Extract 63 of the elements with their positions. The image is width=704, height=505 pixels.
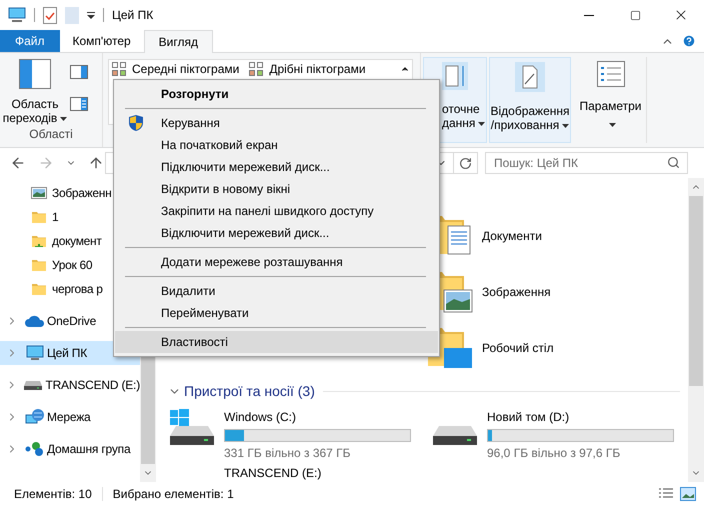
- picture-file-icon: [31, 186, 47, 200]
- drive-tile[interactable]: Новий том (D:) 96,0 ГБ вільно з 97,6 ГБ: [431, 408, 680, 464]
- ribbon-tab[interactable]: Комп'ютер: [60, 30, 144, 52]
- shared-folder-icon: [31, 233, 47, 249]
- options-button[interactable]: Параметри: [575, 57, 647, 143]
- navigation-pane-icon: [19, 59, 51, 89]
- ribbon-tab[interactable]: Файл: [0, 30, 60, 52]
- folder-icon: [31, 209, 47, 225]
- shield-icon: [129, 115, 143, 131]
- menu-item[interactable]: На початковий екран: [115, 134, 438, 156]
- sort-list-icon: [442, 62, 468, 90]
- caret-icon: [478, 122, 486, 126]
- drive-tile[interactable]: Windows (C:) 331 ГБ вільно з 367 ГБ: [168, 408, 417, 464]
- properties-checklist-icon[interactable]: [43, 6, 57, 24]
- details-pane-icon[interactable]: [70, 97, 88, 111]
- menu-item[interactable]: Керування: [115, 112, 438, 134]
- nav-item[interactable]: Домашня група: [0, 437, 140, 461]
- caret-icon: [608, 122, 616, 127]
- minimize-icon: [584, 14, 594, 16]
- status-text: Вибрано елементів: 1: [112, 486, 234, 502]
- navigation-pane-button[interactable]: Область переходів: [0, 59, 70, 125]
- options-list-icon: [596, 61, 624, 87]
- menu-item[interactable]: Підключити мережевий диск...: [115, 156, 438, 178]
- maximize-icon: [630, 10, 640, 20]
- icon-grid-icon: [249, 62, 264, 76]
- caret-icon: [562, 124, 570, 128]
- nav-item[interactable]: Мережа: [0, 405, 140, 429]
- drive-tile[interactable]: TRANSCEND (E:): [168, 464, 417, 482]
- search-icon: [667, 156, 680, 169]
- scrollbar[interactable]: [688, 178, 704, 482]
- computer-icon[interactable]: [8, 7, 26, 23]
- menu-item[interactable]: Розгорнути: [115, 83, 438, 105]
- page-icon: [515, 62, 545, 92]
- group-label: Області: [28, 126, 74, 143]
- network-globe-icon: [24, 408, 44, 426]
- status-text: Елементів: 10: [14, 486, 92, 502]
- large-icons-view-icon[interactable]: [680, 486, 696, 500]
- dropdown-icon[interactable]: [87, 11, 95, 19]
- ribbon-tab[interactable]: Вигляд: [144, 30, 213, 53]
- refresh-icon[interactable]: [459, 156, 472, 170]
- search-field[interactable]: Пошук: Цей ПК: [485, 152, 688, 174]
- preview-pane-icon[interactable]: [70, 65, 88, 79]
- help-icon[interactable]: [682, 34, 696, 48]
- up-icon[interactable]: [88, 155, 104, 171]
- monitor-icon: [26, 345, 44, 361]
- drive-icon: [433, 426, 477, 445]
- cloud-icon: [24, 315, 44, 327]
- layout-option[interactable]: Дрібні піктограми: [246, 60, 369, 78]
- window-title: Цей ПК: [112, 7, 154, 24]
- layout-option[interactable]: Середні піктограми: [109, 60, 242, 78]
- folder-icon: [31, 281, 47, 297]
- icon-grid-icon: [112, 62, 126, 76]
- drive-icon: [24, 380, 42, 390]
- windows-drive-icon: [168, 408, 216, 445]
- back-icon[interactable]: [10, 155, 26, 171]
- details-view-icon[interactable]: [658, 486, 674, 500]
- menu-item[interactable]: Властивості: [115, 331, 438, 353]
- nav-item[interactable]: TRANSCEND (E:): [0, 373, 140, 397]
- section-header[interactable]: Пристрої та носії (3): [184, 380, 315, 402]
- caret-icon: [60, 116, 68, 121]
- homegroup-icon: [24, 441, 44, 457]
- folder-icon: [31, 257, 47, 273]
- show-hide-button[interactable]: Відображення /приховання: [489, 57, 571, 143]
